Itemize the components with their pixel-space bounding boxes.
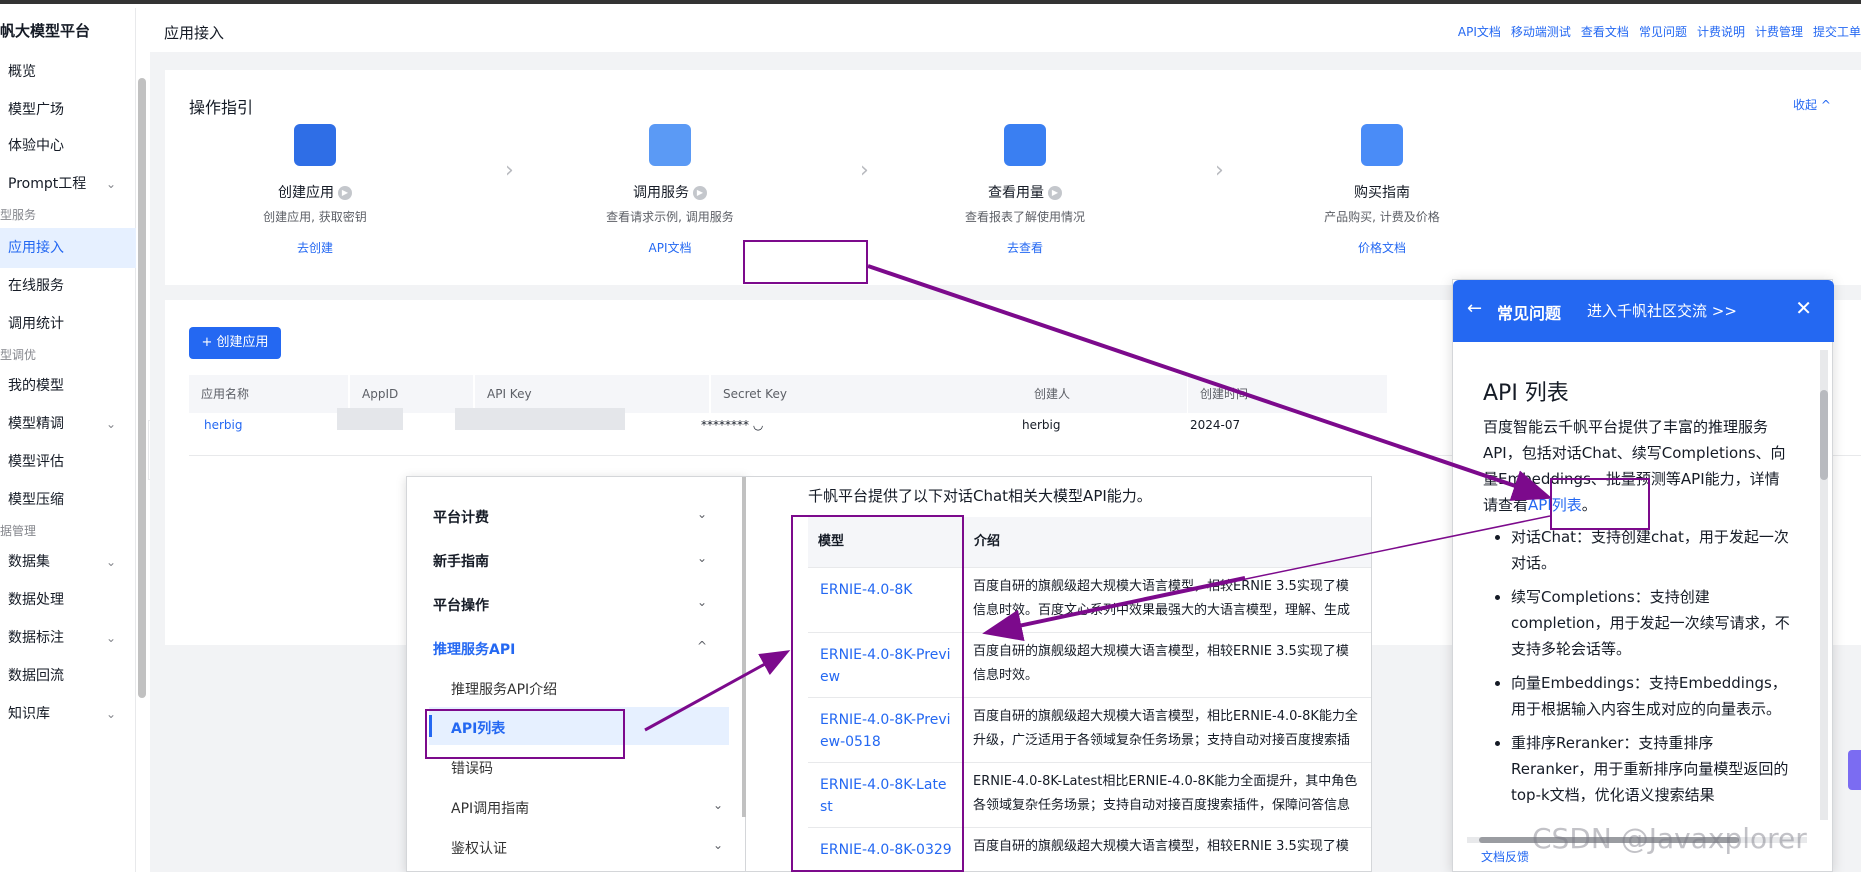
arrow-to-table	[982, 576, 1246, 642]
annotation-arrows	[644, 264, 1553, 732]
arrow-to-faq	[867, 264, 1553, 501]
arrow-nav-to-table	[644, 650, 791, 732]
